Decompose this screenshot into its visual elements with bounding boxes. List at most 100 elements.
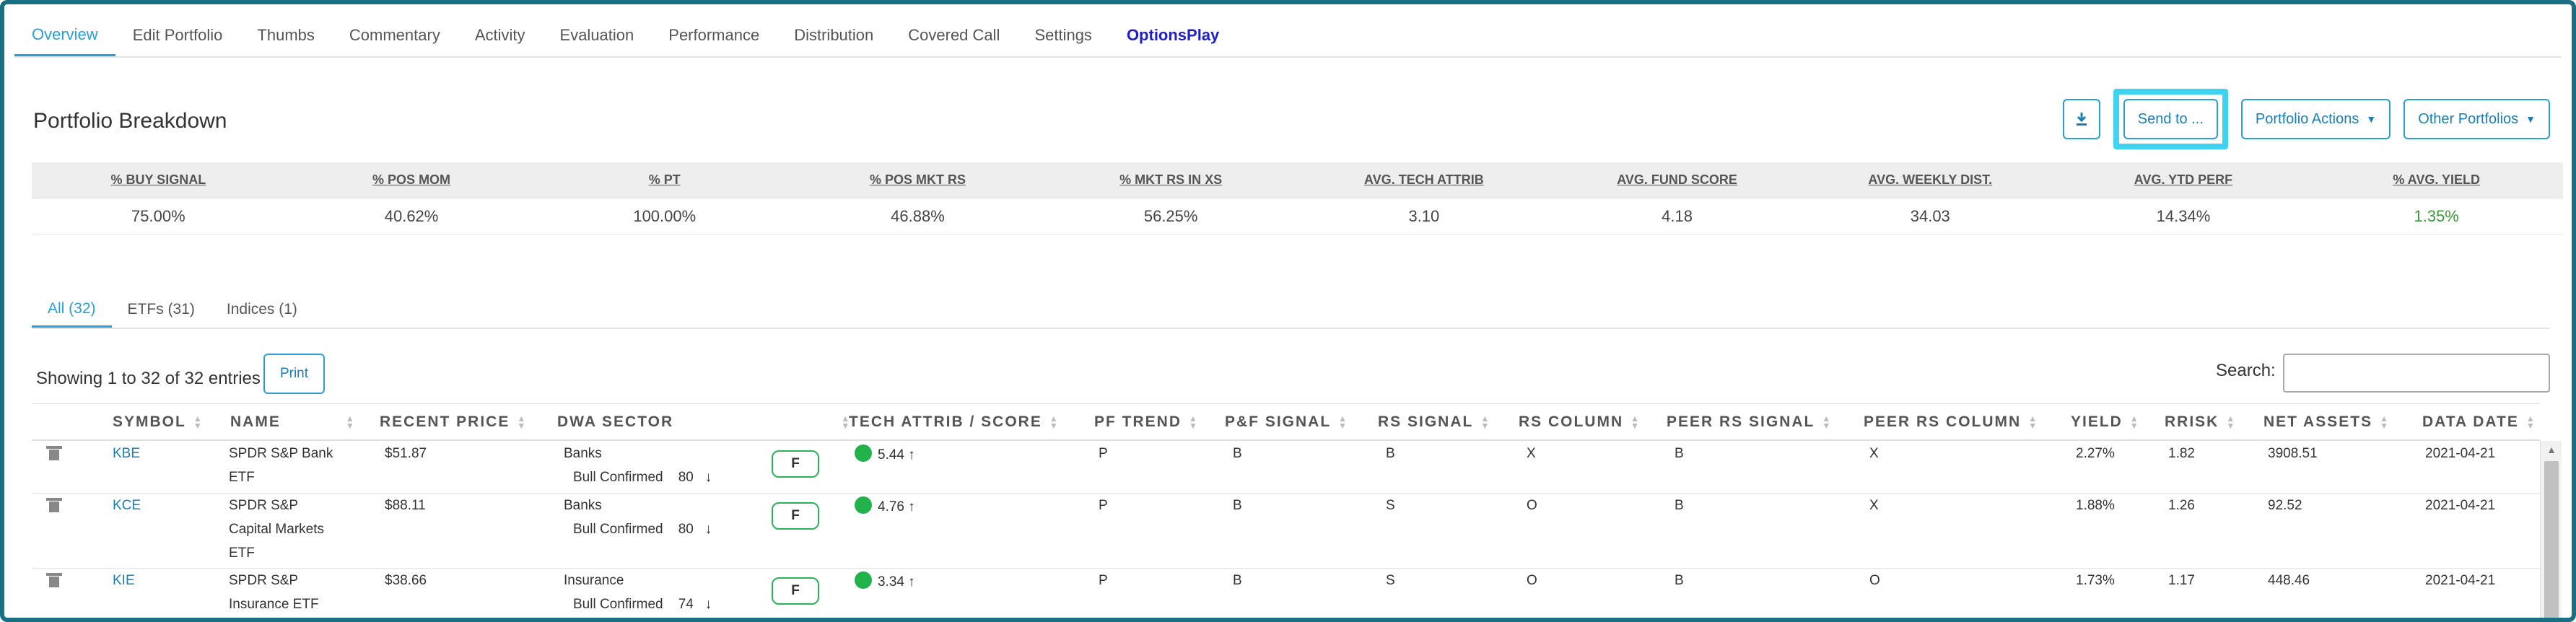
col-label: SYMBOL bbox=[113, 413, 186, 430]
col-pf-signal[interactable]: P&F SIGNAL ▲ ▼ bbox=[1225, 413, 1348, 431]
subtab-all[interactable]: All (32) bbox=[32, 292, 112, 328]
sector-status-text: Bull Confirmed bbox=[573, 470, 663, 485]
col-tech-attrib[interactable]: TECH ATTRIB / SCORE ▲ ▼ bbox=[849, 413, 1060, 431]
rs-signal: S bbox=[1386, 498, 1395, 513]
rs-column: O bbox=[1527, 498, 1537, 513]
stat-header-avg-tech-attrib[interactable]: AVG. TECH ATTRIB bbox=[1298, 162, 1551, 198]
trash-icon[interactable] bbox=[46, 446, 62, 460]
peer-rs-signal: B bbox=[1675, 573, 1684, 588]
col-label: DATA DATE bbox=[2422, 413, 2519, 430]
rs-column: X bbox=[1527, 446, 1536, 461]
subtab-etfs[interactable]: ETFs (31) bbox=[112, 292, 211, 328]
tab-edit-portfolio[interactable]: Edit Portfolio bbox=[115, 14, 240, 56]
stat-header-pos-mom[interactable]: % POS MOM bbox=[285, 162, 538, 198]
col-rrisk[interactable]: RRISK ▲ ▼ bbox=[2165, 413, 2236, 431]
tech-score-value: 4.76 bbox=[878, 499, 904, 514]
sort-icon: ▲ ▼ bbox=[193, 413, 204, 431]
fund-score-badge[interactable]: F bbox=[772, 502, 819, 530]
download-button[interactable] bbox=[2062, 99, 2100, 139]
col-peer-rs-column[interactable]: PEER RS COLUMN ▲ ▼ bbox=[1864, 413, 2038, 431]
top-nav: Overview Edit Portfolio Thumbs Commentar… bbox=[14, 14, 2562, 58]
symbol-link[interactable]: KCE bbox=[113, 494, 141, 517]
stat-value-avg-fund-score: 4.18 bbox=[1662, 206, 1693, 225]
app-window: Overview Edit Portfolio Thumbs Commentar… bbox=[0, 0, 2576, 622]
yield: 1.73% bbox=[2076, 573, 2115, 588]
col-label: YIELD bbox=[2071, 413, 2123, 430]
col-symbol[interactable]: SYMBOL ▲ ▼ bbox=[113, 413, 204, 431]
col-label: PEER RS COLUMN bbox=[1864, 413, 2022, 430]
symbol-link[interactable]: KIE bbox=[113, 569, 135, 592]
tab-activity[interactable]: Activity bbox=[458, 14, 543, 56]
sort-icon: ▲ ▼ bbox=[1338, 413, 1349, 431]
scroll-up-icon[interactable]: ▲ bbox=[2541, 441, 2562, 458]
table-scrollbar[interactable]: ▲ bbox=[2540, 441, 2562, 618]
tab-distribution[interactable]: Distribution bbox=[777, 14, 891, 56]
arrow-up-icon: ↑ bbox=[908, 574, 915, 590]
stat-header-buy-signal[interactable]: % BUY SIGNAL bbox=[32, 162, 285, 198]
rs-column: O bbox=[1527, 573, 1537, 588]
data-date: 2021-04-21 bbox=[2425, 498, 2496, 513]
pf-signal: B bbox=[1233, 498, 1242, 513]
col-pf-trend[interactable]: PF TREND ▲ ▼ bbox=[1094, 413, 1199, 431]
arrow-down-icon: ↓ bbox=[704, 470, 712, 485]
table-row: KIE SPDR S&P Insurance ETF $38.66 Insura… bbox=[32, 569, 2540, 618]
tab-thumbs[interactable]: Thumbs bbox=[240, 14, 331, 56]
arrow-down-icon: ↓ bbox=[704, 597, 712, 612]
fund-score-badge[interactable]: F bbox=[772, 450, 819, 478]
symbol-link[interactable]: KBE bbox=[113, 442, 140, 465]
name-line: SPDR S&P Bank bbox=[229, 446, 333, 461]
col-recent-price[interactable]: RECENT PRICE ▲ ▼ bbox=[380, 413, 527, 431]
send-to-button[interactable]: Send to ... bbox=[2123, 99, 2218, 139]
print-button[interactable]: Print bbox=[263, 354, 325, 394]
security-name: SPDR S&P Capital Markets ETF bbox=[229, 494, 359, 565]
tab-performance[interactable]: Performance bbox=[651, 14, 777, 56]
col-rs-signal[interactable]: RS SIGNAL ▲ ▼ bbox=[1378, 413, 1490, 431]
col-rs-column[interactable]: RS COLUMN ▲ ▼ bbox=[1519, 413, 1641, 431]
trash-icon[interactable] bbox=[46, 498, 62, 512]
search-label: Search: bbox=[2216, 361, 2276, 380]
status-dot-icon bbox=[855, 444, 872, 462]
pf-signal: B bbox=[1233, 573, 1242, 588]
sector-status: Bull Confirmed 80 ↓ bbox=[573, 517, 712, 541]
col-yield[interactable]: YIELD ▲ ▼ bbox=[2071, 413, 2140, 431]
tab-optionsplay[interactable]: OptionsPlay bbox=[1109, 14, 1236, 56]
stat-header-avg-fund-score[interactable]: AVG. FUND SCORE bbox=[1550, 162, 1804, 198]
stat-header-pos-mkt-rs[interactable]: % POS MKT RS bbox=[791, 162, 1044, 198]
search-input[interactable] bbox=[2283, 354, 2550, 393]
fund-score-badge[interactable]: F bbox=[772, 577, 819, 605]
stat-value-buy-signal: 75.00% bbox=[131, 206, 185, 225]
table-row: KBE SPDR S&P Bank ETF $51.87 Banks Bull … bbox=[32, 442, 2540, 494]
stat-value-pos-mom: 40.62% bbox=[384, 206, 439, 225]
trash-icon[interactable] bbox=[46, 573, 62, 587]
sort-icon: ▲ ▼ bbox=[1480, 413, 1491, 431]
name-line: Insurance ETF bbox=[229, 597, 319, 612]
peer-rs-signal: B bbox=[1675, 498, 1684, 513]
header-actions: Send to ... Portfolio Actions ▼ Other Po… bbox=[2062, 87, 2550, 152]
col-peer-rs-signal[interactable]: PEER RS SIGNAL ▲ ▼ bbox=[1667, 413, 1832, 431]
stat-header-avg-ytd-perf[interactable]: AVG. YTD PERF bbox=[2057, 162, 2310, 198]
stat-header-mkt-rs-in-xs[interactable]: % MKT RS IN XS bbox=[1044, 162, 1298, 198]
col-net-assets[interactable]: NET ASSETS ▲ ▼ bbox=[2263, 413, 2390, 431]
col-data-date[interactable]: DATA DATE ▲ ▼ bbox=[2422, 413, 2536, 431]
stat-header-pt[interactable]: % PT bbox=[538, 162, 791, 198]
name-line: ETF bbox=[229, 546, 255, 561]
other-portfolios-button[interactable]: Other Portfolios ▼ bbox=[2403, 99, 2550, 139]
col-name[interactable]: NAME ▲ ▼ bbox=[230, 413, 356, 431]
stat-header-avg-weekly-dist[interactable]: AVG. WEEKLY DIST. bbox=[1804, 162, 2057, 198]
stat-value-pt: 100.00% bbox=[633, 206, 697, 225]
tab-settings[interactable]: Settings bbox=[1017, 14, 1109, 56]
sector-name: Banks bbox=[564, 498, 602, 513]
sort-icon: ▲ ▼ bbox=[2380, 413, 2390, 431]
col-label: NET ASSETS bbox=[2263, 413, 2373, 430]
tab-evaluation[interactable]: Evaluation bbox=[543, 14, 652, 56]
col-dwa-sector[interactable]: DWA SECTOR ▲ ▼ bbox=[557, 413, 851, 431]
col-label: TECH ATTRIB / SCORE bbox=[849, 413, 1042, 430]
net-assets: 92.52 bbox=[2268, 498, 2302, 513]
portfolio-actions-button[interactable]: Portfolio Actions ▼ bbox=[2240, 99, 2391, 139]
tab-commentary[interactable]: Commentary bbox=[332, 14, 458, 56]
stat-header-avg-yield[interactable]: % AVG. YIELD bbox=[2310, 162, 2563, 198]
subtab-indices[interactable]: Indices (1) bbox=[211, 292, 313, 328]
tab-overview[interactable]: Overview bbox=[14, 14, 115, 56]
scroll-thumb[interactable] bbox=[2544, 461, 2559, 618]
tab-covered-call[interactable]: Covered Call bbox=[891, 14, 1017, 56]
